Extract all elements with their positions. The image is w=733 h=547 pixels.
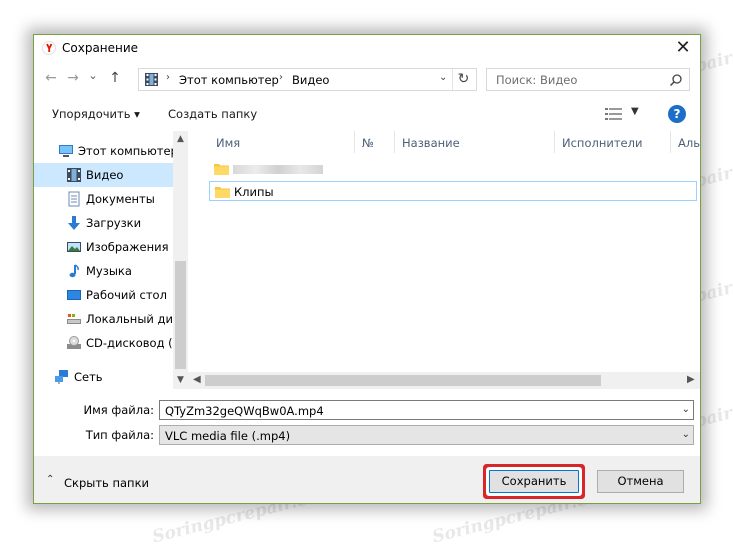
sidebar-item-local-disk[interactable]: Локальный дис [34, 307, 179, 331]
folder-icon [214, 164, 229, 175]
navigation-bar: ← → ⌄ ↑ › Этот компьютер › Видео ⌄ ↻ Пои… [34, 65, 700, 93]
desktop-icon [67, 290, 81, 300]
dialog-footer: ⌃ Скрыть папки Сохранить Отмена [34, 456, 700, 503]
video-icon [67, 168, 81, 182]
address-bar[interactable]: › Этот компьютер › Видео ⌄ ↻ [138, 68, 477, 91]
sidebar-item-downloads[interactable]: Загрузки [34, 211, 173, 235]
help-icon[interactable]: ? [668, 105, 686, 123]
sidebar-item-this-pc[interactable]: Этот компьютер [34, 139, 178, 163]
sidebar-item-cd-drive[interactable]: CD-дисковод (E [34, 331, 180, 355]
column-header-artists[interactable]: Исполнители [555, 131, 671, 153]
scroll-right-icon[interactable]: ▶ [687, 374, 695, 385]
breadcrumb-this-pc[interactable]: Этот компьютер [179, 73, 279, 87]
folder-icon [215, 187, 230, 198]
computer-icon [59, 145, 73, 157]
cancel-button[interactable]: Отмена [597, 470, 684, 493]
pictures-icon [67, 242, 81, 252]
navigation-pane: Этот компьютер Видео Документы Загрузки … [34, 131, 188, 389]
chevron-down-icon[interactable]: ⌄ [682, 429, 690, 440]
column-header-name[interactable]: Имя ^ [209, 131, 355, 153]
scroll-left-icon[interactable]: ◀ [193, 374, 201, 385]
filetype-label: Тип файла: [85, 428, 154, 442]
filetype-value: VLC media file (.mp4) [165, 429, 291, 443]
column-header-number[interactable]: № [355, 131, 395, 153]
up-arrow-icon[interactable]: ↑ [106, 69, 124, 87]
breadcrumb-separator: › [166, 72, 170, 83]
filetype-select[interactable]: VLC media file (.mp4) ⌄ [159, 425, 694, 445]
horizontal-scrollbar[interactable]: ◀ ▶ [188, 372, 700, 389]
save-button[interactable]: Сохранить [489, 470, 579, 493]
filename-label: Имя файла: [83, 403, 154, 417]
sidebar-item-video[interactable]: Видео [34, 163, 173, 187]
list-item[interactable]: Клипы [209, 181, 697, 201]
column-header-album[interactable]: Аль [671, 131, 700, 153]
search-box[interactable]: Поиск: Видео [486, 68, 690, 91]
local-disk-icon [67, 314, 81, 324]
scrollbar-thumb[interactable] [205, 375, 601, 386]
close-icon[interactable]: ✕ [672, 37, 694, 59]
search-input[interactable]: Поиск: Видео [496, 73, 577, 87]
downloads-icon [68, 216, 80, 230]
window-title: Сохранение [62, 41, 139, 55]
command-bar: Упорядочить ▾ Создать папку ▼ ? [34, 99, 700, 129]
sidebar-scrollbar[interactable]: ▲ ▼ [173, 131, 188, 389]
breadcrumb-separator: › [279, 72, 283, 83]
scroll-up-icon[interactable]: ▲ [173, 134, 188, 144]
sidebar-item-desktop[interactable]: Рабочий стол [34, 283, 173, 307]
documents-icon [68, 191, 80, 207]
file-list: Имя ^ № Название Исполнители Аль Клипы [198, 131, 700, 389]
chevron-down-icon[interactable]: ⌄ [439, 72, 447, 83]
blurred-folder-name [233, 165, 323, 174]
recent-locations-icon[interactable]: ⌄ [84, 67, 102, 85]
back-arrow-icon[interactable]: ← [42, 69, 60, 87]
column-header-title[interactable]: Название [395, 131, 555, 153]
title-bar[interactable]: Сохранение ✕ [34, 35, 700, 61]
save-dialog: Сохранение ✕ ← → ⌄ ↑ › Этот компьютер › … [33, 34, 701, 504]
new-folder-button[interactable]: Создать папку [168, 107, 257, 121]
music-icon [69, 264, 79, 278]
search-icon [669, 74, 682, 87]
sidebar-item-pictures[interactable]: Изображения [34, 235, 173, 259]
filename-value[interactable]: QTyZm32geQWqBw0A.mp4 [165, 404, 324, 418]
cd-drive-icon [67, 336, 81, 349]
view-options-icon[interactable] [605, 107, 623, 121]
forward-arrow-icon[interactable]: → [64, 69, 82, 87]
sort-ascending-icon: ^ [283, 131, 291, 138]
scroll-down-icon[interactable]: ▼ [173, 375, 188, 385]
sidebar-item-documents[interactable]: Документы [34, 187, 173, 211]
refresh-icon[interactable]: ↻ [452, 69, 474, 90]
chevron-up-icon[interactable]: ⌃ [46, 474, 54, 485]
filename-field[interactable]: QTyZm32geQWqBw0A.mp4 ⌄ [159, 400, 694, 420]
video-folder-icon [145, 73, 158, 86]
caret-down-icon[interactable]: ▼ [631, 106, 639, 117]
hide-folders-button[interactable]: Скрыть папки [64, 476, 149, 490]
network-icon [55, 370, 68, 384]
sidebar-item-network[interactable]: Сеть [34, 365, 173, 389]
breadcrumb-video[interactable]: Видео [292, 73, 329, 87]
folder-name: Клипы [234, 185, 274, 199]
list-item[interactable] [209, 159, 697, 179]
scrollbar-thumb[interactable] [175, 261, 186, 369]
chevron-down-icon[interactable]: ⌄ [682, 404, 690, 415]
sidebar-item-music[interactable]: Музыка [34, 259, 173, 283]
yandex-browser-icon [42, 41, 56, 55]
organize-button[interactable]: Упорядочить ▾ [52, 107, 140, 121]
